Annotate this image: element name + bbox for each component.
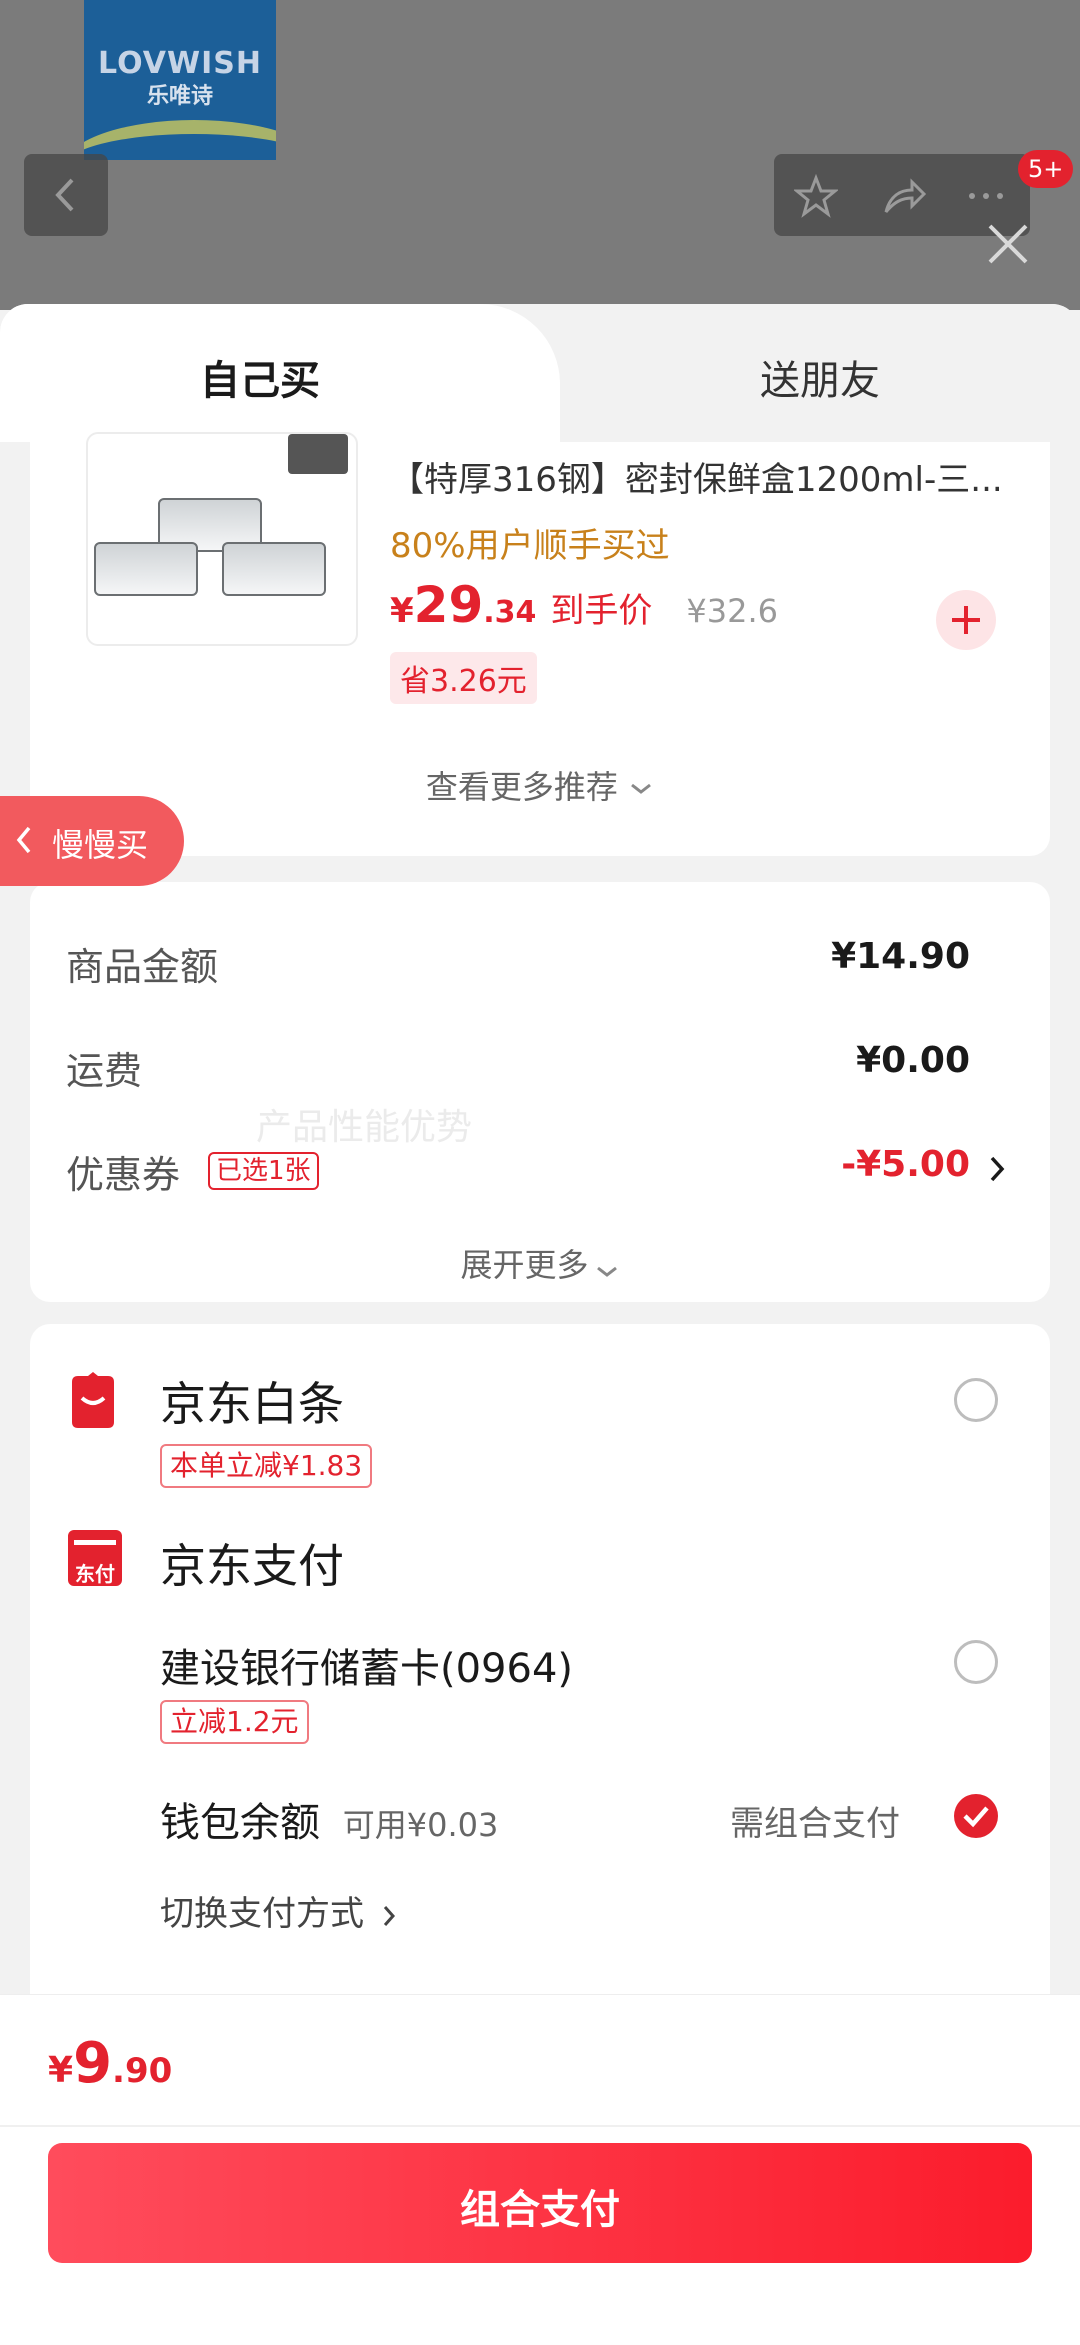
wallet-row[interactable]: 钱包余额 可用¥0.03 [160, 1790, 498, 1848]
purchase-tabs: 自己买 送朋友 [0, 304, 1080, 442]
shipping-value: ¥0.00 [856, 1040, 970, 1081]
coupon-selected-tag: 已选1张 [208, 1152, 319, 1190]
order-summary-card: 产品性能优势 商品金额 ¥14.90 运费 ¥0.00 优惠券 已选1张 -¥5… [30, 882, 1050, 1302]
goods-amount-value: ¥14.90 [831, 936, 970, 977]
chevron-right-icon[interactable] [988, 1152, 1006, 1186]
chevron-left-icon [55, 178, 74, 212]
chevron-left-icon [16, 826, 31, 854]
baitiao-promo-tag: 本单立减¥1.83 [160, 1444, 373, 1488]
slow-buy-label: 慢慢买 [52, 826, 149, 864]
recommend-product-title[interactable]: 【特厚316钢】密封保鲜盒1200ml-三... [390, 452, 1030, 501]
baitiao-name[interactable]: 京东白条 [160, 1368, 344, 1434]
shipping-label: 运费 [66, 1049, 143, 1093]
baitiao-icon [72, 1372, 114, 1428]
tab-gift-friend[interactable]: 送朋友 [560, 348, 1080, 406]
switch-payment-label: 切换支付方式 [160, 1894, 364, 1934]
jdpay-icon: 东付 [68, 1530, 122, 1586]
logo-text: LOVWISH [98, 46, 262, 81]
coupon-label: 优惠券 [66, 1153, 181, 1197]
expand-more-link[interactable]: 展开更多 [30, 1240, 1050, 1286]
wallet-combined-note: 需组合支付 [730, 1804, 900, 1844]
star-icon[interactable] [794, 174, 838, 218]
total-decimal: .90 [112, 2051, 173, 2091]
watermark-text: 产品性能优势 [256, 1107, 473, 1148]
bank-promo-tag: 立减1.2元 [160, 1700, 309, 1744]
plus-icon [952, 606, 980, 634]
close-icon[interactable] [984, 220, 1032, 268]
chevron-down-icon [596, 1266, 617, 1277]
price-integer: 29 [413, 576, 484, 634]
jdpay-name: 京东支付 [160, 1539, 344, 1593]
logo-subtext: 乐唯诗 [146, 84, 213, 109]
tab-self-buy[interactable]: 自己买 [0, 304, 560, 442]
check-icon [963, 1806, 989, 1828]
total-price: ¥9.90 [48, 2031, 172, 2096]
expand-more-label: 展开更多 [460, 1246, 589, 1284]
total-symbol: ¥ [48, 2050, 74, 2091]
slow-buy-button[interactable]: 慢慢买 [0, 796, 184, 886]
product-image[interactable] [86, 432, 358, 646]
tab-self-buy-label: 自己买 [200, 358, 320, 404]
more-recommend-link[interactable]: 查看更多推荐 [30, 762, 1050, 808]
logo-swoosh [84, 120, 276, 160]
chevron-down-icon [631, 783, 652, 794]
share-icon[interactable] [882, 174, 926, 218]
cart-count-badge: 5+ [1018, 150, 1074, 188]
price-tag: 到手价 [550, 591, 653, 631]
wallet-name: 钱包余额 [160, 1800, 320, 1846]
bank-card-name[interactable]: 建设银行储蓄卡(0964) [160, 1636, 573, 1694]
combined-pay-label: 组合支付 [460, 2187, 620, 2233]
back-button[interactable] [24, 154, 108, 236]
brand-logo: LOVWISH 乐唯诗 [84, 0, 276, 160]
add-recommend-button[interactable] [936, 590, 996, 650]
original-price: ¥32.6 [686, 592, 779, 630]
bottom-pay-bar: ¥9.90 组合支付 [0, 1994, 1080, 2345]
total-integer: 9 [73, 2031, 113, 2096]
goods-amount-label: 商品金额 [66, 945, 219, 989]
combined-pay-button[interactable]: 组合支付 [48, 2143, 1032, 2263]
bank-card-radio[interactable] [954, 1640, 998, 1684]
baitiao-radio[interactable] [954, 1378, 998, 1422]
price-symbol: ¥ [390, 591, 414, 631]
wallet-available: 可用¥0.03 [342, 1806, 499, 1844]
wallet-radio-checked[interactable] [954, 1794, 998, 1838]
chevron-right-icon [383, 1905, 395, 1926]
more-recommend-label: 查看更多推荐 [425, 768, 618, 806]
price-decimal: .34 [483, 595, 537, 630]
recommend-price: ¥29.34 到手价 ¥32.6 [390, 576, 778, 634]
jdpay-icon-text: 东付 [75, 1562, 115, 1586]
bought-rate-text: 80%用户顺手买过 [390, 526, 670, 566]
switch-payment-link[interactable]: 切换支付方式 [160, 1886, 397, 1935]
more-icon[interactable] [964, 174, 1008, 218]
coupon-value[interactable]: -¥5.00 [650, 1144, 970, 1185]
divider [0, 2125, 1080, 2127]
save-amount-badge: 省3.26元 [390, 652, 537, 704]
recommend-card: 【特厚316钢】密封保鲜盒1200ml-三... 80%用户顺手买过 ¥29.3… [30, 432, 1050, 856]
